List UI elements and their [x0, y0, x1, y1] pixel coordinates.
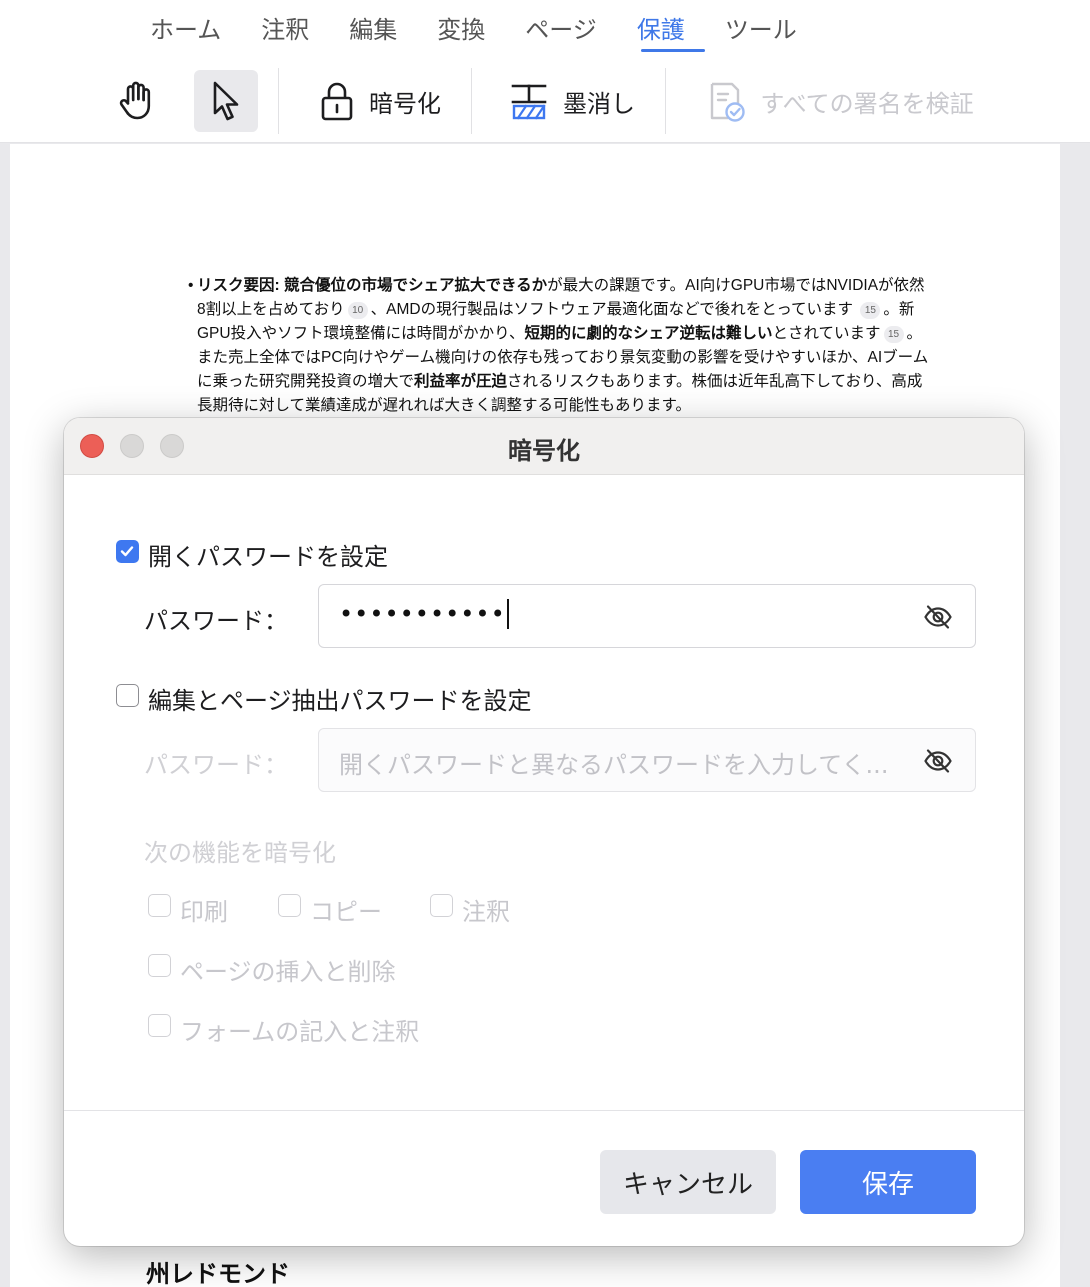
verify-all-signatures-button[interactable]: すべての署名を検証: [700, 70, 980, 132]
annotate-checkbox[interactable]: [430, 894, 453, 917]
insert-delete-pages-label: ページの挿入と削除: [180, 958, 396, 986]
text-caret: [506, 599, 509, 629]
toolbar-divider: [278, 68, 279, 134]
lock-icon: [319, 81, 355, 121]
hand-tool-button[interactable]: [104, 70, 168, 132]
document-paragraph: • リスク要因: 競合優位の市場でシェア拡大できるかが最大の課題です。AI向けG…: [188, 274, 932, 418]
dialog-titlebar: 暗号化: [64, 418, 1024, 475]
edit-password-field-label: パスワード：: [144, 751, 288, 779]
menu-tabs: ホーム 注釈 編集 変換 ページ 保護 ツール: [130, 0, 817, 56]
redact-label: 墨消し: [563, 89, 635, 118]
password-dots: •••••••••••: [339, 600, 506, 628]
open-password-field-label: パスワード：: [144, 607, 288, 635]
encrypt-label: 暗号化: [369, 89, 441, 118]
password-value: •••••••••••: [339, 599, 509, 629]
doc-text: とされています: [772, 325, 881, 342]
save-button[interactable]: 保存: [800, 1150, 976, 1214]
doc-bold-text: 短期的に劇的なシェア逆転は難しい: [524, 325, 773, 342]
edit-password-placeholder: 開くパスワードと異なるパスワードを入力してく...: [339, 751, 889, 779]
tab-page[interactable]: ページ: [505, 0, 617, 56]
hand-icon: [116, 80, 156, 122]
copy-label: コピー: [310, 898, 382, 926]
encrypt-dialog: 暗号化 開くパスワードを設定 パスワード： ••••••••••• 編集とページ…: [64, 418, 1024, 1246]
toolbar-divider: [665, 68, 666, 134]
open-password-label[interactable]: 開くパスワードを設定: [148, 537, 388, 572]
edit-password-label[interactable]: 編集とページ抽出パスワードを設定: [148, 681, 532, 716]
tab-edit[interactable]: 編集: [329, 0, 417, 56]
tab-annotate[interactable]: 注釈: [241, 0, 329, 56]
fill-forms-checkbox[interactable]: [148, 1014, 171, 1037]
doc-footer-text: 州レドモンド: [146, 1260, 290, 1287]
redact-icon: [509, 81, 549, 121]
toggle-visibility-button[interactable]: [923, 602, 953, 632]
insert-delete-pages-checkbox[interactable]: [148, 954, 171, 977]
open-password-input[interactable]: •••••••••••: [318, 584, 976, 648]
toolbar-divider: [471, 68, 472, 134]
edit-password-checkbox[interactable]: [116, 684, 139, 707]
encrypt-button[interactable]: 暗号化: [310, 70, 450, 132]
cancel-button[interactable]: キャンセル: [600, 1150, 776, 1214]
checkmark-icon: [120, 546, 134, 557]
doc-bold-text: 利益率が圧迫: [414, 373, 508, 390]
fill-forms-label: フォームの記入と注釈: [180, 1018, 420, 1046]
doc-text: 、AMDの現行製品はソフトウェア最適化面などで後れをとっています: [370, 301, 854, 318]
print-label: 印刷: [180, 898, 228, 926]
citation-badge[interactable]: 15: [883, 326, 904, 343]
tab-home[interactable]: ホーム: [130, 0, 241, 56]
cursor-arrow-icon: [209, 79, 243, 123]
encrypt-features-heading: 次の機能を暗号化: [144, 839, 336, 867]
verify-label: すべての署名を検証: [760, 89, 974, 118]
copy-checkbox[interactable]: [278, 894, 301, 917]
select-tool-button[interactable]: [194, 70, 258, 132]
toggle-visibility-button[interactable]: [923, 746, 953, 776]
protect-toolbar: 暗号化 墨消し すべての署名を検証: [0, 60, 1090, 140]
doc-bold-text: リスク要因: 競合優位の市場でシェア拡大できるか: [197, 277, 548, 294]
eye-hidden-icon: [923, 605, 953, 636]
bullet: •: [188, 277, 194, 294]
tab-convert[interactable]: 変換: [417, 0, 505, 56]
eye-hidden-icon: [923, 749, 953, 780]
redact-button[interactable]: 墨消し: [502, 70, 642, 132]
edit-password-input[interactable]: 開くパスワードと異なるパスワードを入力してく...: [318, 728, 976, 792]
verify-signature-icon: [706, 80, 746, 122]
tab-tools[interactable]: ツール: [705, 0, 817, 56]
dialog-divider: [64, 1110, 1024, 1111]
open-password-checkbox[interactable]: [116, 540, 139, 563]
print-checkbox[interactable]: [148, 894, 171, 917]
citation-badge[interactable]: 10: [347, 302, 368, 319]
app-toolbar-area: ホーム 注釈 編集 変換 ページ 保護 ツール 暗号化 墨消し すべての署名を検…: [0, 0, 1090, 143]
citation-badge[interactable]: 15: [860, 302, 881, 319]
dialog-title: 暗号化: [508, 437, 580, 465]
tab-protect[interactable]: 保護: [617, 0, 705, 56]
annotate-label: 注釈: [462, 898, 510, 926]
